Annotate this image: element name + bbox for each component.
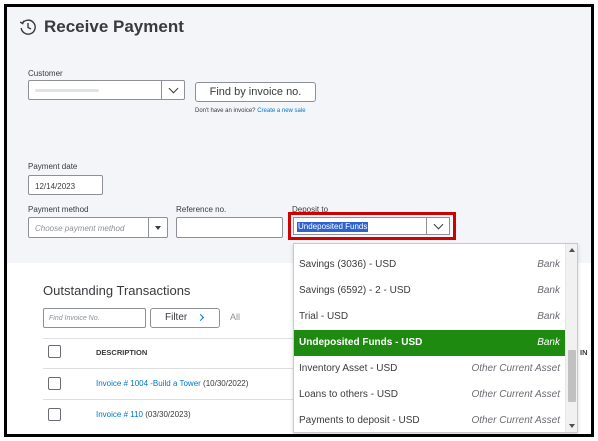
history-clock-icon[interactable] bbox=[19, 18, 37, 36]
deposit-to-select[interactable]: Undeposited Funds bbox=[293, 217, 450, 235]
invoice-date: (10/30/2022) bbox=[203, 379, 249, 388]
caret-down-icon[interactable] bbox=[155, 226, 161, 230]
payment-method-select[interactable]: Choose payment method bbox=[28, 217, 168, 238]
customer-value-redacted bbox=[35, 89, 99, 92]
payment-header-panel: Receive Payment Customer Find by invoice… bbox=[7, 7, 591, 263]
invoice-link[interactable]: Invoice # 110 bbox=[96, 410, 143, 419]
dropdown-scrollbar[interactable] bbox=[565, 244, 577, 432]
scroll-down-arrow-icon[interactable] bbox=[569, 424, 575, 428]
filter-all-label: All bbox=[230, 312, 241, 322]
column-header-truncated[interactable]: IN bbox=[580, 348, 588, 357]
filter-button-label: Filter bbox=[165, 312, 188, 323]
row-checkbox[interactable] bbox=[48, 377, 61, 390]
page-title: Receive Payment bbox=[44, 17, 184, 36]
no-invoice-hint: Don't have an invoice? Create a new sale bbox=[195, 108, 306, 114]
find-by-invoice-button[interactable]: Find by invoice no. bbox=[195, 82, 316, 102]
chevron-down-icon[interactable] bbox=[433, 219, 444, 230]
dropdown-option[interactable]: Savings (3036) - USD Bank bbox=[294, 252, 566, 278]
dropdown-option-selected[interactable]: Undeposited Funds - USD Bank bbox=[294, 330, 566, 356]
payment-method-placeholder: Choose payment method bbox=[35, 224, 125, 233]
customer-label: Customer bbox=[28, 69, 63, 78]
dropdown-option[interactable]: Loans to others - USD Other Current Asse… bbox=[294, 382, 566, 408]
invoice-date: (03/30/2023) bbox=[145, 410, 191, 419]
scrollbar-thumb[interactable] bbox=[568, 350, 576, 402]
column-header-description[interactable]: DESCRIPTION bbox=[96, 348, 147, 357]
dropdown-option[interactable]: Payments to deposit - USD Other Current … bbox=[294, 408, 566, 432]
row-checkbox[interactable] bbox=[48, 408, 61, 421]
dropdown-option[interactable]: Savings (6592) - 2 - USD Bank bbox=[294, 278, 566, 304]
outstanding-transactions-title: Outstanding Transactions bbox=[43, 283, 191, 298]
receive-payment-window: Receive Payment Customer Find by invoice… bbox=[4, 4, 594, 437]
reference-no-input[interactable] bbox=[176, 217, 283, 238]
chevron-right-icon bbox=[196, 313, 205, 322]
create-new-sale-link[interactable]: Create a new sale bbox=[257, 108, 305, 114]
payment-date-label: Payment date bbox=[28, 162, 78, 171]
customer-select[interactable] bbox=[28, 80, 185, 100]
dropdown-option[interactable]: Inventory Asset - USD Other Current Asse… bbox=[294, 356, 566, 382]
scroll-up-arrow-icon[interactable] bbox=[569, 248, 575, 252]
payment-method-label: Payment method bbox=[28, 205, 89, 214]
payment-date-input[interactable]: 12/14/2023 bbox=[28, 175, 103, 195]
dropdown-option[interactable]: Trial - USD Bank bbox=[294, 304, 566, 330]
deposit-to-dropdown-list[interactable]: Savings (3036) - USD Bank Savings (6592)… bbox=[293, 243, 578, 433]
deposit-to-value[interactable]: Undeposited Funds bbox=[297, 222, 369, 232]
select-all-checkbox[interactable] bbox=[48, 345, 61, 358]
chevron-down-icon[interactable] bbox=[168, 83, 179, 94]
invoice-link[interactable]: Invoice # 1004 -Build a Tower bbox=[96, 379, 201, 388]
reference-no-label: Reference no. bbox=[176, 205, 227, 214]
find-invoice-input[interactable]: Find Invoice No. bbox=[43, 308, 146, 328]
filter-button[interactable]: Filter bbox=[150, 308, 220, 328]
